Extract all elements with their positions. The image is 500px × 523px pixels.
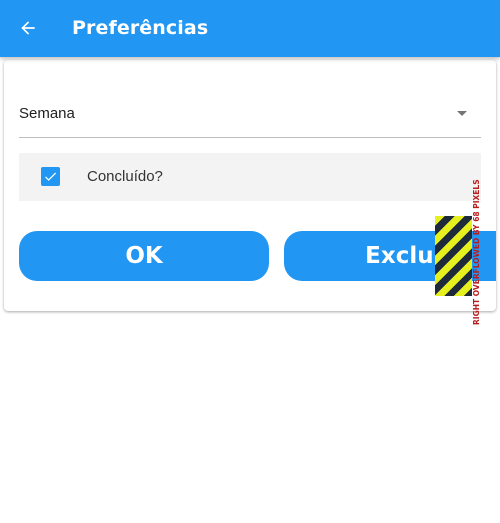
period-dropdown[interactable]: Semana: [19, 93, 481, 138]
ok-button[interactable]: OK: [19, 231, 269, 281]
overflow-warning-text: RIGHT OVERFLOWED BY 68 PIXELS: [472, 179, 481, 325]
dropdown-value: Semana: [19, 105, 75, 122]
preferences-card: Semana Concluído? OK Excluir: [4, 60, 496, 311]
back-button[interactable]: [12, 12, 44, 44]
completed-checkbox[interactable]: [41, 167, 60, 186]
completed-checkbox-row[interactable]: Concluído?: [19, 153, 481, 201]
dropdown-arrow-icon: [457, 111, 467, 116]
overflow-indicator: [435, 216, 472, 296]
arrow-back-icon: [21, 21, 35, 35]
app-bar: Preferências: [0, 0, 500, 57]
page-title: Preferências: [72, 17, 209, 39]
check-icon: [45, 172, 57, 181]
checkbox-label: Concluído?: [87, 168, 163, 185]
